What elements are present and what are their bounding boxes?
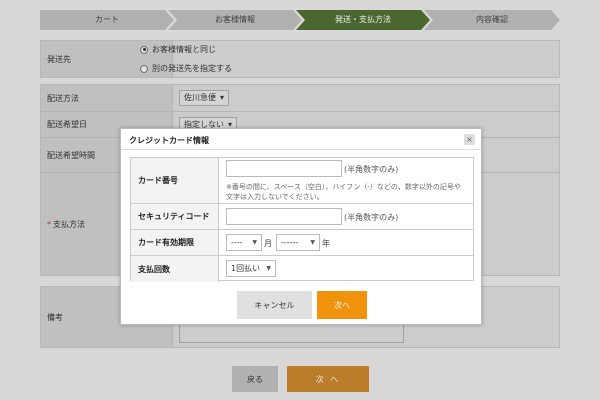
security-code-hint: (半角数字のみ) (344, 213, 399, 222)
month-unit: 月 (264, 239, 272, 248)
expiry-label: カード有効期限 (131, 230, 219, 255)
expiry-year-select[interactable]: ------ ▼ (276, 234, 320, 251)
chevron-down-icon: ▼ (266, 265, 271, 272)
security-code-row: セキュリティコード (半角数字のみ) (131, 204, 473, 230)
security-code-label: セキュリティコード (131, 204, 219, 229)
expiry-month-select[interactable]: ---- ▼ (226, 234, 262, 251)
card-number-hint: (半角数字のみ) (344, 165, 399, 174)
card-number-input[interactable] (226, 160, 342, 177)
credit-card-form: カード番号 (半角数字のみ) ※番号の間に、スペース（空白）、ハイフン（-）など… (130, 157, 474, 282)
cancel-button[interactable]: キャンセル (237, 291, 312, 319)
expiry-row: カード有効期限 ---- ▼ 月 ------ ▼ 年 (131, 230, 473, 256)
credit-card-modal: クレジットカード情報 × カード番号 (半角数字のみ) ※番号の間に、スペース（… (120, 128, 482, 325)
modal-next-button[interactable]: 次へ (317, 291, 367, 319)
card-number-note: ※番号の間に、スペース（空白）、ハイフン（-）などの、数字以外の記号や文字は入力… (226, 183, 461, 201)
installments-row: 支払回数 1回払い ▼ (131, 256, 473, 282)
chevron-down-icon: ▼ (252, 239, 257, 246)
close-icon[interactable]: × (464, 134, 475, 145)
card-number-row: カード番号 (半角数字のみ) ※番号の間に、スペース（空白）、ハイフン（-）など… (131, 158, 473, 204)
modal-title: クレジットカード情報 (129, 136, 209, 145)
card-number-label: カード番号 (131, 158, 219, 203)
installments-label: 支払回数 (131, 256, 219, 282)
installments-select[interactable]: 1回払い ▼ (226, 260, 276, 277)
year-unit: 年 (322, 239, 330, 248)
chevron-down-icon: ▼ (310, 239, 315, 246)
security-code-input[interactable] (226, 208, 342, 225)
